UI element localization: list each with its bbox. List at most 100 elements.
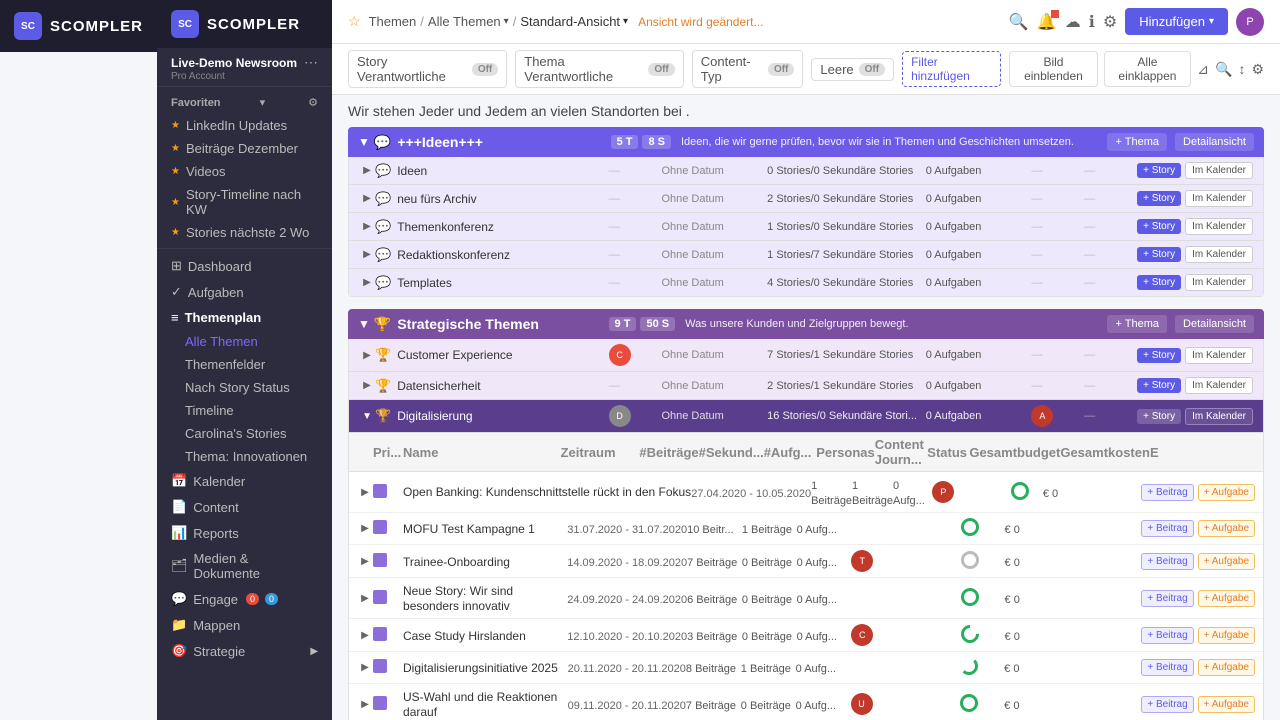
aufgabe-btn[interactable]: + Aufgabe (1198, 659, 1255, 676)
sidebar-favorites-header[interactable]: Favoriten ▾ ⚙ (157, 91, 332, 114)
group-ideen-detail-btn[interactable]: Detailansicht (1175, 133, 1254, 151)
expand-icon[interactable]: ▶ (359, 249, 375, 260)
aufgabe-btn[interactable]: + Aufgabe (1198, 553, 1255, 570)
col-name[interactable]: Digitalisierungsinitiative 2025 (403, 660, 568, 675)
expand-icon[interactable]: ▶ (359, 165, 375, 176)
breadcrumb-changed[interactable]: Ansicht wird geändert... (638, 15, 763, 29)
col-name[interactable]: Neue Story: Wir sind besonders innovativ (403, 583, 567, 613)
expand-row-btn[interactable]: ▶ (357, 593, 373, 604)
aufgabe-btn[interactable]: + Aufgabe (1198, 520, 1255, 537)
add-story-btn[interactable]: + Story (1137, 378, 1181, 393)
sidebar-logo[interactable]: SC SCOMPLER (0, 0, 157, 52)
filter-search-icon[interactable]: 🔍 (1215, 61, 1232, 78)
row-name[interactable]: Redaktionskonferenz (397, 248, 608, 262)
expand-icon[interactable]: ▼ (359, 411, 375, 422)
cloud-icon[interactable]: ☁ (1065, 12, 1081, 32)
sidebar-item-engage[interactable]: 💬 Engage 0 0 (157, 586, 332, 612)
sidebar-item-medien[interactable]: 🗂 Medien & Dokumente (157, 546, 332, 586)
filter-funnel-icon[interactable]: ⊿ (1197, 61, 1209, 78)
breadcrumb-alle-themen[interactable]: Alle Themen ▾ (428, 14, 509, 29)
sidebar-item-linkedin[interactable]: ★ LinkedIn Updates (157, 114, 332, 137)
aufgabe-btn[interactable]: + Aufgabe (1198, 484, 1255, 501)
filter-leere[interactable]: Leere Off (811, 58, 894, 81)
row-name[interactable]: Digitalisierung (397, 409, 608, 423)
group-ideen-collapse-btn[interactable]: ▼ (358, 135, 370, 149)
beitrag-btn[interactable]: + Beitrag (1141, 484, 1193, 501)
beitrag-btn[interactable]: + Beitrag (1141, 659, 1193, 676)
aufgabe-btn[interactable]: + Aufgabe (1198, 590, 1255, 607)
calendar-btn[interactable]: Im Kalender (1185, 218, 1253, 235)
sidebar-item-timeline[interactable]: Timeline (157, 399, 332, 422)
breadcrumb-themen[interactable]: Themen (369, 14, 417, 29)
sidebar-item-content[interactable]: 📄 Content (157, 494, 332, 520)
story-name[interactable]: Case Study Hirslanden (403, 629, 526, 643)
calendar-btn[interactable]: Im Kalender (1185, 246, 1253, 263)
row-name[interactable]: neu fürs Archiv (397, 192, 608, 206)
search-icon[interactable]: 🔍 (1009, 12, 1029, 32)
sidebar-item-themenfelder[interactable]: Themenfelder (157, 353, 332, 376)
expand-row-btn[interactable]: ▶ (357, 556, 373, 567)
sidebar-item-stories-next[interactable]: ★ Stories nächste 2 Wo (157, 221, 332, 244)
add-story-btn[interactable]: + Story (1137, 191, 1181, 206)
sidebar-item-nach-story[interactable]: Nach Story Status (157, 376, 332, 399)
group-strategische-add-thema-btn[interactable]: + Thema (1107, 315, 1167, 333)
col-name[interactable]: Open Banking: Kundenschnittstelle rückt … (403, 485, 691, 499)
add-story-btn[interactable]: + Story (1137, 163, 1181, 178)
add-button[interactable]: Hinzufügen ▾ (1125, 8, 1228, 35)
sidebar-item-strategie[interactable]: 🎯 Strategie ▶ (157, 638, 332, 664)
group-strategische-collapse-btn[interactable]: ▼ (358, 317, 370, 331)
sidebar-item-story-timeline[interactable]: ★ Story-Timeline nach KW (157, 183, 332, 221)
bild-einblenden-button[interactable]: Bild einblenden (1009, 51, 1097, 87)
settings-icon[interactable]: ⚙ (1103, 12, 1117, 32)
calendar-btn[interactable]: Im Kalender (1185, 408, 1253, 425)
expand-row-btn[interactable]: ▶ (357, 699, 373, 710)
notification-icon[interactable]: 🔔 (1037, 12, 1057, 32)
group-strategische-detail-btn[interactable]: Detailansicht (1175, 315, 1254, 333)
filter-add-button[interactable]: Filter hinzufügen (902, 51, 1001, 87)
breadcrumb-ansicht[interactable]: Standard-Ansicht ▾ (520, 14, 628, 29)
sidebar-item-carolinas[interactable]: Carolina's Stories (157, 422, 332, 445)
info-icon[interactable]: ℹ (1089, 12, 1095, 32)
col-name[interactable]: US-Wahl und die Reaktionen darauf (403, 689, 568, 719)
story-name[interactable]: MOFU Test Kampagne 1 (403, 522, 535, 536)
add-story-btn[interactable]: + Story (1137, 247, 1181, 262)
add-story-btn[interactable]: + Story (1137, 275, 1181, 290)
row-name[interactable]: Themenkonferenz (397, 220, 608, 234)
sidebar-item-aufgaben[interactable]: ✓ Aufgaben (157, 279, 332, 305)
beitrag-btn[interactable]: + Beitrag (1141, 553, 1193, 570)
expand-icon[interactable]: ▶ (359, 193, 375, 204)
calendar-btn[interactable]: Im Kalender (1185, 377, 1253, 394)
filter-content-type[interactable]: Content-Typ Off (692, 50, 804, 88)
beitrag-btn[interactable]: + Beitrag (1141, 520, 1193, 537)
sidebar-item-thema-inn[interactable]: Thema: Innovationen (157, 445, 332, 468)
aufgabe-btn[interactable]: + Aufgabe (1198, 627, 1255, 644)
row-name[interactable]: Ideen (397, 164, 608, 178)
sidebar-item-mappen[interactable]: 📁 Mappen (157, 612, 332, 638)
row-name[interactable]: Templates (397, 276, 608, 290)
account-menu-icon[interactable]: ⋯ (304, 54, 318, 71)
story-name[interactable]: Digitalisierungsinitiative 2025 (403, 661, 558, 675)
expand-icon[interactable]: ▶ (359, 380, 375, 391)
expand-row-btn[interactable]: ▶ (357, 487, 373, 498)
filter-sort-icon[interactable]: ↕ (1238, 61, 1245, 77)
story-name[interactable]: Neue Story: Wir sind besonders innovativ (403, 584, 513, 613)
group-ideen-add-thema-btn[interactable]: + Thema (1107, 133, 1167, 151)
beitrag-btn[interactable]: + Beitrag (1141, 627, 1193, 644)
col-name[interactable]: Case Study Hirslanden (403, 628, 567, 643)
add-story-btn[interactable]: + Story (1137, 348, 1181, 363)
beitrag-btn[interactable]: + Beitrag (1141, 590, 1193, 607)
story-name[interactable]: Trainee-Onboarding (403, 555, 510, 569)
sidebar-item-videos[interactable]: ★ Videos (157, 160, 332, 183)
aufgabe-btn[interactable]: + Aufgabe (1198, 696, 1255, 713)
expand-icon[interactable]: ▶ (359, 277, 375, 288)
sidebar-item-themenplan[interactable]: ≡ Themenplan (157, 305, 332, 330)
expand-row-btn[interactable]: ▶ (357, 523, 373, 534)
expand-row-btn[interactable]: ▶ (357, 630, 373, 641)
col-name[interactable]: MOFU Test Kampagne 1 (403, 521, 567, 536)
expand-icon[interactable]: ▶ (359, 221, 375, 232)
calendar-btn[interactable]: Im Kalender (1185, 274, 1253, 291)
favorites-expand-icon[interactable]: ▾ (260, 96, 266, 109)
calendar-btn[interactable]: Im Kalender (1185, 347, 1253, 364)
row-name[interactable]: Datensicherheit (397, 379, 608, 393)
calendar-btn[interactable]: Im Kalender (1185, 190, 1253, 207)
